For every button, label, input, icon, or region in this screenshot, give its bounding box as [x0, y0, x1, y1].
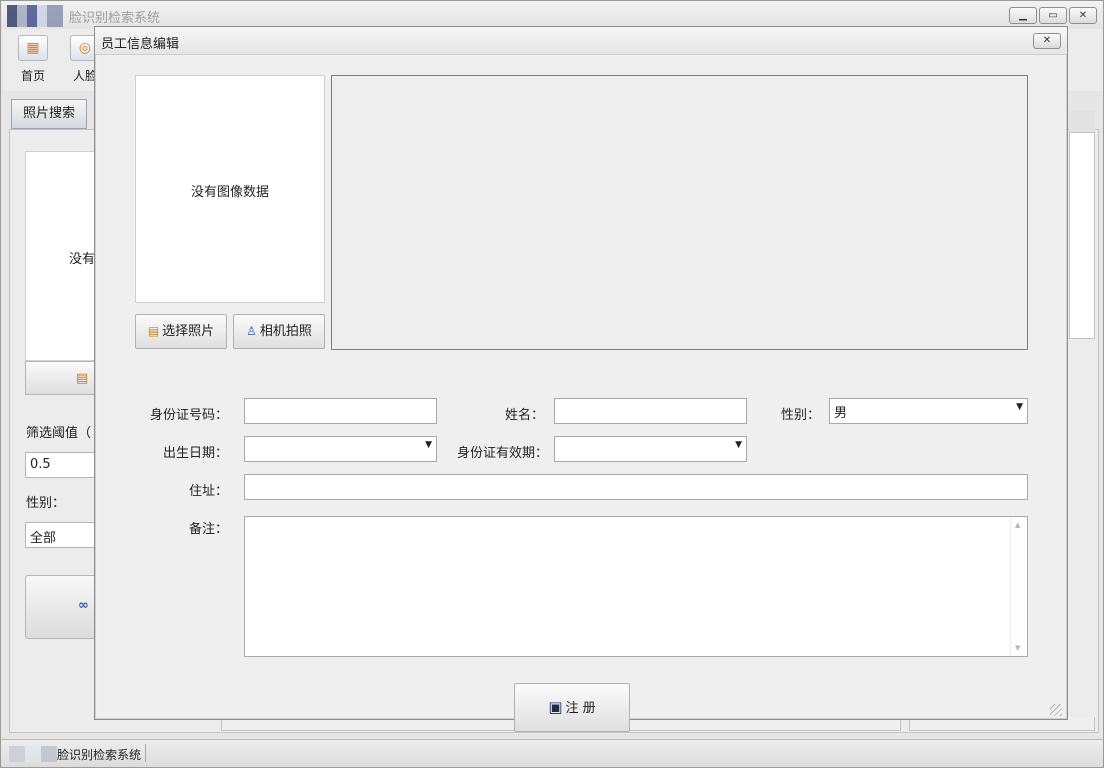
- employee-photo-box: 没有图像数据: [135, 75, 325, 303]
- id-validity-label: 身份证有效期：: [456, 446, 548, 461]
- save-icon: ▣: [548, 698, 563, 716]
- scroll-up-icon[interactable]: ▲: [1015, 521, 1020, 529]
- select-photo-label: 选择照片: [162, 324, 215, 339]
- camera-capture-button[interactable]: ♙ 相机拍照: [233, 314, 325, 349]
- status-logo: [9, 746, 57, 762]
- statusbar: 脸识别检索系统: [1, 739, 1103, 767]
- app-logo: [7, 5, 63, 27]
- id-number-label: 身份证号码：: [149, 408, 228, 423]
- folder-icon: ▤: [147, 324, 160, 338]
- birth-date-label: 出生日期：: [162, 446, 228, 461]
- threshold-input[interactable]: 0.5: [25, 452, 105, 478]
- chevron-down-icon: ▼: [425, 440, 432, 450]
- threshold-label: 筛选阈值（: [26, 426, 92, 441]
- gender-label: 性别：: [780, 408, 820, 423]
- main-titlebar: 脸识别检索系统 ▁ ▭ ✕: [1, 1, 1103, 29]
- name-label: 姓名：: [504, 408, 544, 423]
- main-window-title: 脸识别检索系统: [69, 11, 161, 26]
- person-icon: ♙: [246, 324, 257, 338]
- dialog-titlebar: 员工信息编辑 ✕: [95, 27, 1067, 55]
- address-input[interactable]: [244, 474, 1028, 500]
- photo-placeholder-text: 没有图像数据: [190, 185, 269, 200]
- id-number-input[interactable]: [244, 398, 437, 424]
- toolbar-home-label: 首页: [20, 69, 45, 83]
- toolbar-home[interactable]: ▦ 首页: [11, 35, 55, 84]
- remarks-textarea[interactable]: ▲ ▼: [244, 516, 1028, 657]
- birth-date-picker[interactable]: ▼: [244, 436, 437, 462]
- camera-capture-label: 相机拍照: [259, 324, 312, 339]
- background-result-header: [1069, 111, 1095, 133]
- camera-preview: [331, 75, 1028, 350]
- background-no-image-text: 没有: [69, 252, 96, 267]
- dialog-body: 没有图像数据 ▤ 选择照片 ♙ 相机拍照 身份证号码： 姓名： 性别： 男 ▼ 出生…: [98, 56, 1064, 732]
- gender-select-value: 男: [834, 406, 848, 421]
- name-input[interactable]: [554, 398, 747, 424]
- gender-select[interactable]: 男 ▼: [829, 398, 1028, 424]
- tab-photo-search[interactable]: 照片搜索: [11, 99, 87, 129]
- gender-filter-select[interactable]: 全部: [25, 522, 105, 548]
- select-photo-button[interactable]: ▤ 选择照片: [135, 314, 227, 349]
- register-label: 注 册: [565, 701, 596, 716]
- close-button[interactable]: ✕: [1069, 7, 1097, 24]
- status-separator: [145, 744, 146, 762]
- dialog-title: 员工信息编辑: [101, 37, 180, 52]
- background-result-panel: [1069, 111, 1095, 339]
- background-photo-box: 没有: [25, 151, 105, 361]
- minimize-button[interactable]: ▁: [1009, 7, 1037, 24]
- register-button[interactable]: ▣ 注 册: [514, 683, 630, 732]
- maximize-button[interactable]: ▭: [1039, 7, 1067, 24]
- id-validity-picker[interactable]: ▼: [554, 436, 747, 462]
- chevron-down-icon: ▼: [1016, 402, 1023, 412]
- binoculars-icon: ∞: [78, 598, 89, 613]
- employee-edit-dialog: 员工信息编辑 ✕ 没有图像数据 ▤ 选择照片 ♙ 相机拍照 身份证号码： 姓名： 性…: [94, 26, 1068, 732]
- remarks-scrollbar[interactable]: ▲ ▼: [1010, 517, 1027, 656]
- scroll-down-icon[interactable]: ▼: [1015, 644, 1020, 652]
- status-text: 脸识别检索系统: [57, 748, 142, 762]
- background-select-photo-button[interactable]: ▤: [25, 361, 105, 395]
- remarks-label: 备注：: [188, 522, 228, 537]
- background-search-button[interactable]: ∞: [25, 575, 105, 639]
- gender-filter-label: 性别：: [26, 496, 66, 511]
- chevron-down-icon: ▼: [735, 440, 742, 450]
- resize-grip-icon[interactable]: [1050, 704, 1062, 716]
- folder-icon: ▤: [76, 371, 89, 386]
- home-icon: ▦: [18, 35, 48, 61]
- address-label: 住址：: [188, 484, 228, 499]
- dialog-close-button[interactable]: ✕: [1033, 33, 1061, 49]
